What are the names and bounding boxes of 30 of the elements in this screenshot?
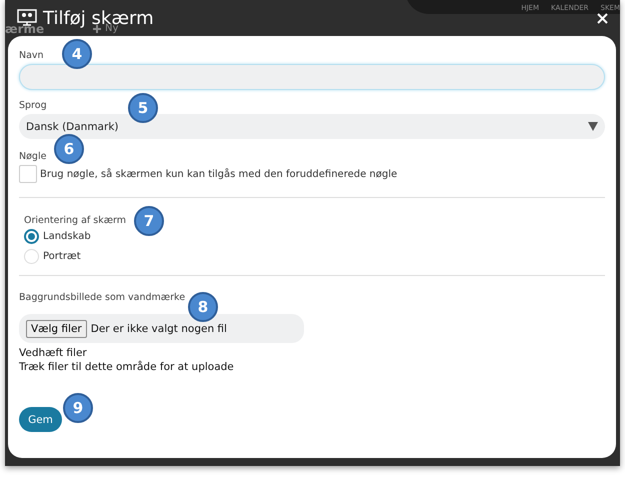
plus-icon[interactable] — [93, 25, 101, 33]
checkbox[interactable] — [19, 165, 37, 183]
number-badge: 4 — [62, 39, 92, 69]
page-title: ærme — [5, 22, 44, 36]
number-badge: 7 — [134, 206, 164, 236]
file-field[interactable]: Vælg filer Der er ikke valgt nogen fil — [19, 314, 304, 343]
field-label: Orientering af skærm — [24, 215, 126, 226]
field-label: Sprog — [19, 100, 47, 111]
number-badge: 9 — [63, 393, 93, 423]
number-badge: 8 — [188, 292, 218, 322]
file-status: Der er ikke valgt nogen fil — [90, 322, 227, 334]
checkbox-label: Brug nøgle, så skærmen kun kan tilgås med den foruddefinerede nøgle — [40, 168, 398, 180]
monitor-icon — [17, 9, 37, 27]
save-button[interactable]: Gem — [19, 407, 62, 432]
language-select[interactable]: Dansk (Danmark) — [19, 114, 605, 139]
radio-label: Landskab — [43, 231, 91, 242]
choose-files-button[interactable]: Vælg filer — [26, 320, 87, 338]
field-label: Nøgle — [19, 151, 46, 162]
radio-label: Portræt — [43, 251, 81, 262]
name-field[interactable] — [19, 64, 605, 90]
number-badge: 5 — [128, 93, 158, 123]
number-badge: 6 — [54, 134, 84, 164]
field-label: Baggrundsbillede som vandmærke — [19, 292, 186, 303]
attachments-title: Vedhæft filer — [19, 347, 88, 359]
close-icon[interactable] — [597, 12, 608, 24]
radio-button[interactable] — [24, 229, 39, 244]
field-label: Navn — [19, 50, 44, 61]
attachments-hint: Træk filer til dette område for at uploade — [19, 361, 235, 373]
new-button[interactable]: Ny — [105, 23, 118, 34]
dropdown-arrow-icon — [588, 122, 598, 131]
